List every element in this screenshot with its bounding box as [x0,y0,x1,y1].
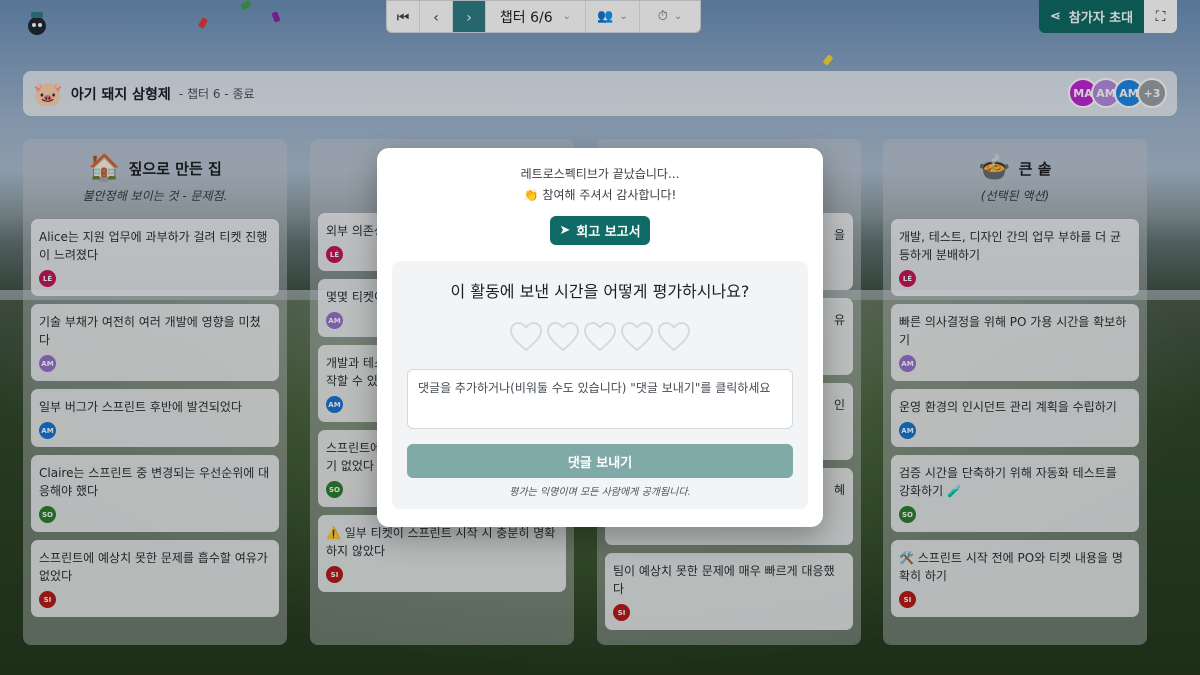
heart-icon[interactable] [509,321,543,353]
end-message: 레트로스펙티브가 끝났습니다... [520,167,680,181]
heart-icon[interactable] [546,321,580,353]
anonymity-note: 평가는 익명이며 모든 사람에게 공개됩니다. [509,487,691,498]
retro-report-button[interactable]: ➤ 회고 보고서 [550,216,650,245]
heart-icon[interactable] [583,321,617,353]
send-icon: ➤ [559,223,571,238]
heart-icon[interactable] [657,321,691,353]
rating-question: 이 활동에 보낸 시간을 어떻게 평가하시나요? [450,282,750,301]
thanks-message: 👏 참여해 주셔서 감사합니다! [523,188,677,202]
heart-rating [392,321,808,353]
heart-icon[interactable] [620,321,654,353]
retro-end-modal: 레트로스펙티브가 끝났습니다... 👏 참여해 주셔서 감사합니다! ➤ 회고 … [377,148,823,527]
rating-panel: 이 활동에 보낸 시간을 어떻게 평가하시나요? 댓글 보내기 평가는 익명이며… [392,261,808,509]
send-comment-button[interactable]: 댓글 보내기 [407,444,793,478]
report-label: 회고 보고서 [576,225,641,240]
comment-input[interactable] [407,369,793,429]
